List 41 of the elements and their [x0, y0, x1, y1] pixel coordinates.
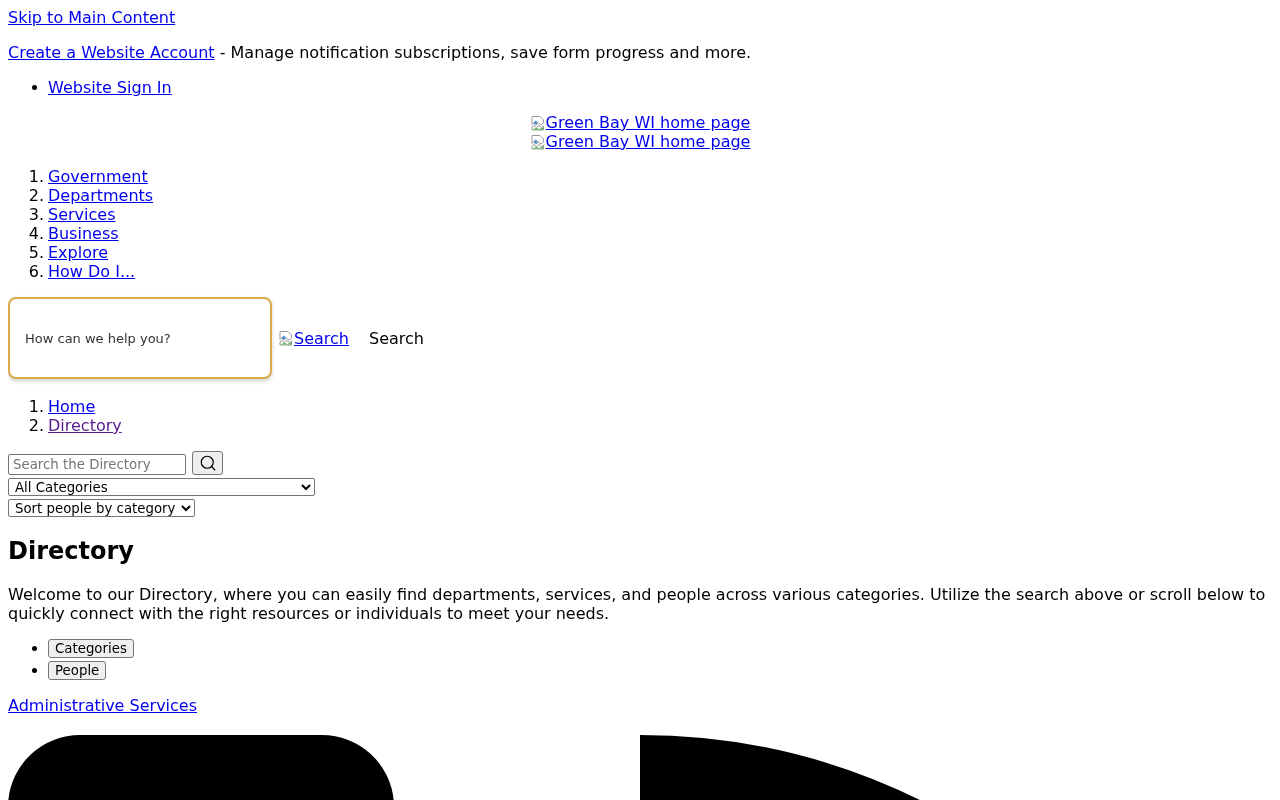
list-number: 5. [28, 243, 44, 262]
list-number: 6. [28, 262, 44, 281]
search-icon [198, 454, 217, 472]
breadcrumb-link[interactable]: Home [48, 397, 96, 416]
broken-image-icon [529, 114, 546, 131]
create-account-link[interactable]: Create a Website Account [8, 43, 215, 62]
intro-text: Welcome to our Directory, where you can easily find departments, services, and people across various categories. Utilize the search above or scroll below to quickly connect with the right resources or individuals to meet your needs. [8, 585, 1267, 623]
bullet-icon [32, 85, 37, 90]
home-logo-link[interactable]: Green Bay WI home page [529, 132, 751, 151]
directory-search-button[interactable] [192, 451, 223, 475]
nav-link[interactable]: Services [48, 205, 116, 224]
nav-link[interactable]: Explore [48, 243, 109, 262]
list-number: 2. [28, 416, 44, 435]
list-number: 1. [28, 167, 44, 186]
list-number: 1. [28, 397, 44, 416]
category-link[interactable]: Administrative Services [8, 696, 197, 715]
view-button[interactable]: Categories [48, 639, 134, 658]
broken-image-icon [278, 330, 294, 346]
breadcrumb-link[interactable]: Directory [48, 416, 122, 435]
nav-link[interactable]: Business [48, 224, 119, 243]
site-search-field[interactable]: How can we help you? [8, 297, 272, 379]
account-promo-text: Create a Website Account - Manage notification subscriptions, save form progress and more. [8, 43, 753, 62]
list-number: 4. [28, 224, 44, 243]
bullet-icon [32, 646, 37, 651]
list-number: 3. [28, 205, 44, 224]
list-number: 2. [28, 186, 44, 205]
bullet-icon [32, 668, 37, 673]
nav-link[interactable]: Departments [48, 186, 154, 205]
sort-select[interactable]: Sort people by category [8, 499, 195, 517]
nav-link[interactable]: Government [48, 167, 148, 186]
sign-in-link[interactable]: Website Sign In [48, 78, 172, 97]
broken-image-icon [529, 133, 546, 150]
category-select[interactable]: All Categories [8, 478, 315, 496]
view-button[interactable]: People [48, 661, 107, 680]
search-button[interactable]: Search [368, 328, 424, 348]
page-heading: Directory [8, 537, 135, 565]
directory-search-field[interactable]: Search the Directory [8, 454, 186, 475]
home-logo-link[interactable]: Green Bay WI home page [529, 113, 751, 132]
search-image-link[interactable]: Search [278, 328, 349, 348]
nav-link[interactable]: How Do I... [48, 262, 136, 281]
skip-link[interactable]: Skip to Main Content [8, 8, 176, 27]
